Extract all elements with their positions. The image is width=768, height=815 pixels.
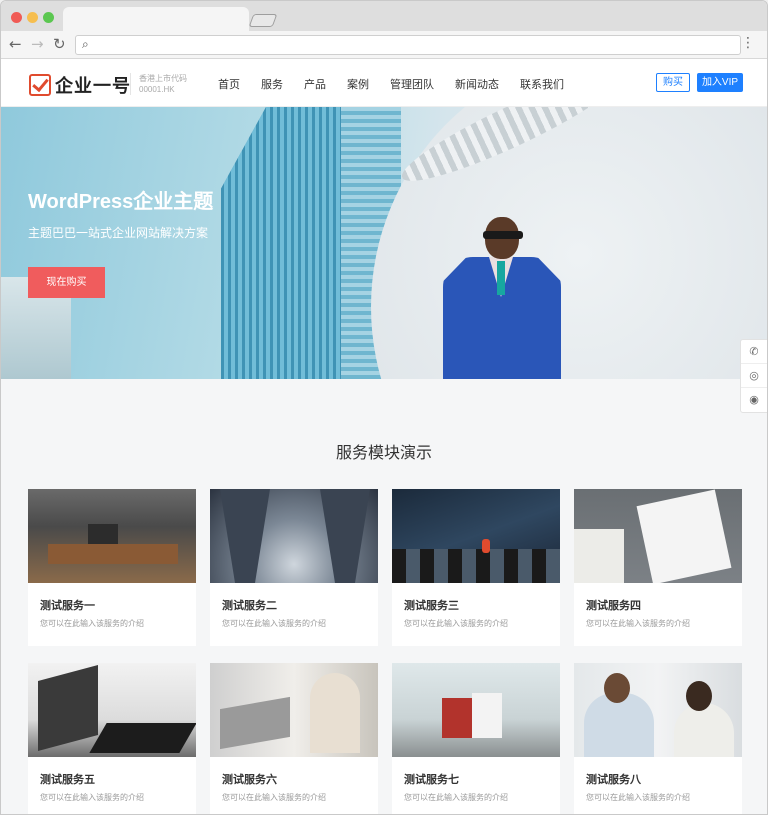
weibo-icon[interactable]: ◉ (741, 388, 767, 412)
service-image-typing (28, 663, 196, 757)
service-card[interactable]: 测试服务八 您可以在此输入该服务的介绍 (574, 663, 742, 814)
stock-code-label: 香港上市代码 (139, 74, 187, 83)
service-desc: 您可以在此输入该服务的介绍 (222, 619, 326, 628)
service-card[interactable]: 测试服务六 您可以在此输入该服务的介绍 (210, 663, 378, 814)
service-title: 测试服务一 (40, 600, 95, 612)
service-title: 测试服务四 (586, 600, 641, 612)
service-title: 测试服务七 (404, 774, 459, 786)
nav-item-contact[interactable]: 联系我们 (520, 76, 564, 92)
service-card[interactable]: 测试服务三 您可以在此输入该服务的介绍 (392, 489, 560, 646)
hero-banner: WordPress企业主题 主题巴巴一站式企业网站解决方案 现在购买 (1, 107, 767, 379)
service-card[interactable]: 测试服务一 您可以在此输入该服务的介绍 (28, 489, 196, 646)
nav-item-team[interactable]: 管理团队 (390, 76, 434, 92)
service-card[interactable]: 测试服务二 您可以在此输入该服务的介绍 (210, 489, 378, 646)
service-image-chess (392, 489, 560, 583)
stock-code-value: 00001.HK (139, 85, 175, 94)
site-logo[interactable]: 企业一号 (29, 72, 131, 98)
hero-title: WordPress企业主题 (28, 191, 214, 213)
wechat-icon[interactable]: ◎ (741, 364, 767, 388)
service-card[interactable]: 测试服务四 您可以在此输入该服务的介绍 (574, 489, 742, 646)
buy-now-button[interactable]: 现在购买 (28, 267, 105, 298)
forward-arrow-icon[interactable]: → (31, 36, 44, 52)
nav-item-news[interactable]: 新闻动态 (455, 76, 499, 92)
service-image-business-people (574, 663, 742, 757)
nav-item-products[interactable]: 产品 (304, 76, 326, 92)
address-bar[interactable]: ⌕ (75, 35, 741, 55)
service-title: 测试服务五 (40, 774, 95, 786)
close-window-button[interactable] (11, 12, 22, 23)
service-card[interactable]: 测试服务七 您可以在此输入该服务的介绍 (392, 663, 560, 814)
minimize-window-button[interactable] (27, 12, 38, 23)
service-image-office (392, 663, 560, 757)
back-arrow-icon[interactable]: ← (9, 36, 22, 52)
service-desc: 您可以在此输入该服务的介绍 (404, 793, 508, 802)
service-desc: 您可以在此输入该服务的介绍 (40, 793, 144, 802)
nav-item-home[interactable]: 首页 (218, 76, 240, 92)
service-image-meeting (28, 489, 196, 583)
service-title: 测试服务三 (404, 600, 459, 612)
service-title: 测试服务八 (586, 774, 641, 786)
phone-icon[interactable]: ✆ (741, 340, 767, 364)
service-desc: 您可以在此输入该服务的介绍 (586, 619, 690, 628)
side-float-bar: ✆ ◎ ◉ (740, 339, 767, 413)
logo-text: 企业一号 (55, 76, 131, 97)
main-nav: 首页 服务 产品 案例 管理团队 新闻动态 联系我们 (218, 76, 585, 92)
browser-toolbar: ← → ↻ ⌕ ⋮ (1, 31, 767, 59)
service-desc: 您可以在此输入该服务的介绍 (40, 619, 144, 628)
join-vip-button[interactable]: 加入VIP (697, 73, 743, 92)
hero-bg-round-building (371, 107, 767, 379)
hero-subtitle: 主题巴巴一站式企业网站解决方案 (28, 226, 209, 240)
reload-icon[interactable]: ↻ (53, 36, 66, 52)
hero-businessman-image (441, 217, 561, 379)
nav-item-cases[interactable]: 案例 (347, 76, 369, 92)
buy-button[interactable]: 购买 (656, 73, 690, 92)
stock-code: 香港上市代码 00001.HK (130, 73, 187, 95)
browser-titlebar (1, 1, 767, 31)
browser-window: ← → ↻ ⌕ ⋮ 企业一号 香港上市代码 00001.HK 首页 服务 产品 … (0, 0, 768, 815)
services-title: 服务模块演示 (335, 445, 432, 462)
service-card[interactable]: 测试服务五 您可以在此输入该服务的介绍 (28, 663, 196, 814)
maximize-window-button[interactable] (43, 12, 54, 23)
website: 企业一号 香港上市代码 00001.HK 首页 服务 产品 案例 管理团队 新闻… (1, 59, 767, 814)
browser-tab[interactable] (63, 7, 249, 31)
nav-item-services[interactable]: 服务 (261, 76, 283, 92)
service-image-charts (574, 489, 742, 583)
service-image-skyscrapers (210, 489, 378, 583)
new-tab-button[interactable] (248, 14, 278, 27)
service-desc: 您可以在此输入该服务的介绍 (222, 793, 326, 802)
service-desc: 您可以在此输入该服务的介绍 (586, 793, 690, 802)
checkbox-logo-icon (29, 74, 51, 96)
service-title: 测试服务六 (222, 774, 277, 786)
service-desc: 您可以在此输入该服务的介绍 (404, 619, 508, 628)
site-header: 企业一号 香港上市代码 00001.HK 首页 服务 产品 案例 管理团队 新闻… (1, 59, 767, 107)
search-icon: ⌕ (82, 37, 89, 51)
service-title: 测试服务二 (222, 600, 277, 612)
more-vert-icon[interactable]: ⋮ (741, 35, 755, 51)
service-image-laptop-woman (210, 663, 378, 757)
